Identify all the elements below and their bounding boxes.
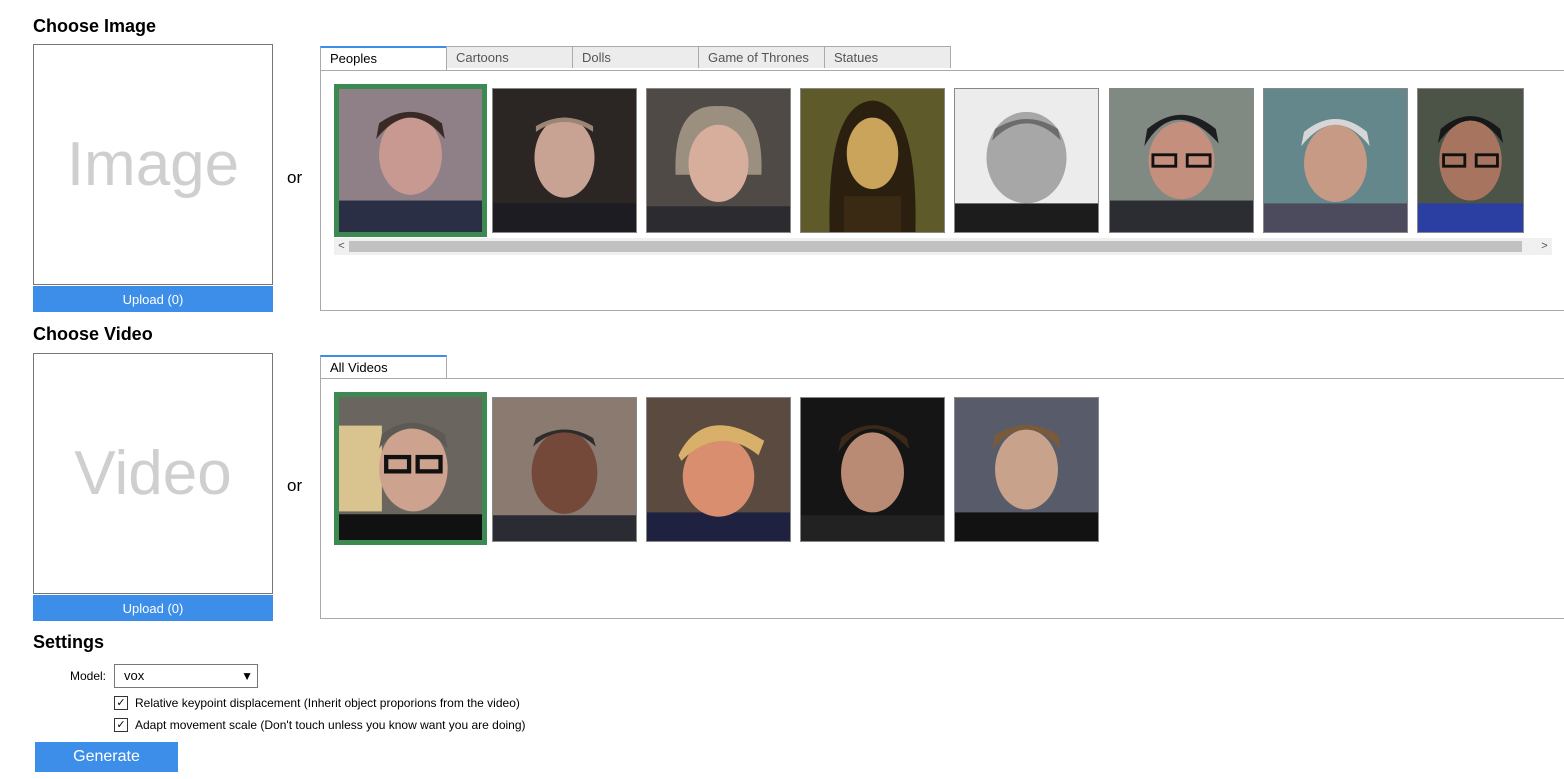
adapt-scale-row: ✓ Adapt movement scale (Don't touch unle… <box>114 718 526 732</box>
tab-statues[interactable]: Statues <box>824 46 951 68</box>
settings-title: Settings <box>33 632 105 652</box>
gallery-scrollbar[interactable]: < > <box>334 238 1552 255</box>
image-drop-area[interactable]: Image <box>33 44 273 285</box>
choose-video-title: Choose Video <box>33 324 153 344</box>
video-thumb[interactable] <box>646 397 791 542</box>
image-thumb[interactable] <box>646 88 791 233</box>
scroll-left-icon[interactable]: < <box>334 238 349 255</box>
video-thumb[interactable] <box>492 397 637 542</box>
upload-video-button[interactable]: Upload (0) <box>33 595 273 621</box>
image-thumb[interactable] <box>1263 88 1408 233</box>
video-thumb[interactable] <box>954 397 1099 542</box>
chevron-down-icon: ▼ <box>241 669 253 683</box>
model-select[interactable]: vox ▼ <box>114 664 258 688</box>
image-thumb[interactable] <box>1417 88 1524 233</box>
image-thumb[interactable] <box>800 88 945 233</box>
scroll-right-icon[interactable]: > <box>1537 238 1552 255</box>
video-thumb[interactable] <box>334 392 487 545</box>
image-thumb[interactable] <box>492 88 637 233</box>
model-select-value: vox <box>124 668 145 683</box>
tab-game-of-thrones[interactable]: Game of Thrones <box>698 46 825 68</box>
model-label: Model: <box>70 669 107 683</box>
tab-cartoons[interactable]: Cartoons <box>446 46 573 68</box>
relative-keypoint-row: ✓ Relative keypoint displacement (Inheri… <box>114 696 520 710</box>
generate-button[interactable]: Generate <box>35 742 178 772</box>
adapt-scale-label: Adapt movement scale (Don't touch unless… <box>135 718 526 732</box>
adapt-scale-checkbox[interactable]: ✓ <box>114 718 128 732</box>
video-category-tabs: All Videos <box>320 355 447 379</box>
video-placeholder: Video <box>74 439 232 508</box>
image-thumb[interactable] <box>1109 88 1254 233</box>
image-thumb[interactable] <box>334 84 487 237</box>
video-thumb[interactable] <box>800 397 945 542</box>
tab-all-videos[interactable]: All Videos <box>320 355 447 379</box>
or-label: or <box>287 168 303 187</box>
image-category-tabs: Peoples Cartoons Dolls Game of Thrones S… <box>320 46 951 70</box>
scrollbar-thumb[interactable] <box>349 241 1522 252</box>
upload-image-button[interactable]: Upload (0) <box>33 286 273 312</box>
choose-image-title: Choose Image <box>33 16 157 36</box>
tab-peoples[interactable]: Peoples <box>320 46 447 70</box>
image-thumb[interactable] <box>954 88 1099 233</box>
relative-keypoint-label: Relative keypoint displacement (Inherit … <box>135 696 520 710</box>
tab-dolls[interactable]: Dolls <box>572 46 699 68</box>
or-label: or <box>287 476 303 495</box>
video-drop-area[interactable]: Video <box>33 353 273 594</box>
image-placeholder: Image <box>66 130 240 199</box>
relative-keypoint-checkbox[interactable]: ✓ <box>114 696 128 710</box>
